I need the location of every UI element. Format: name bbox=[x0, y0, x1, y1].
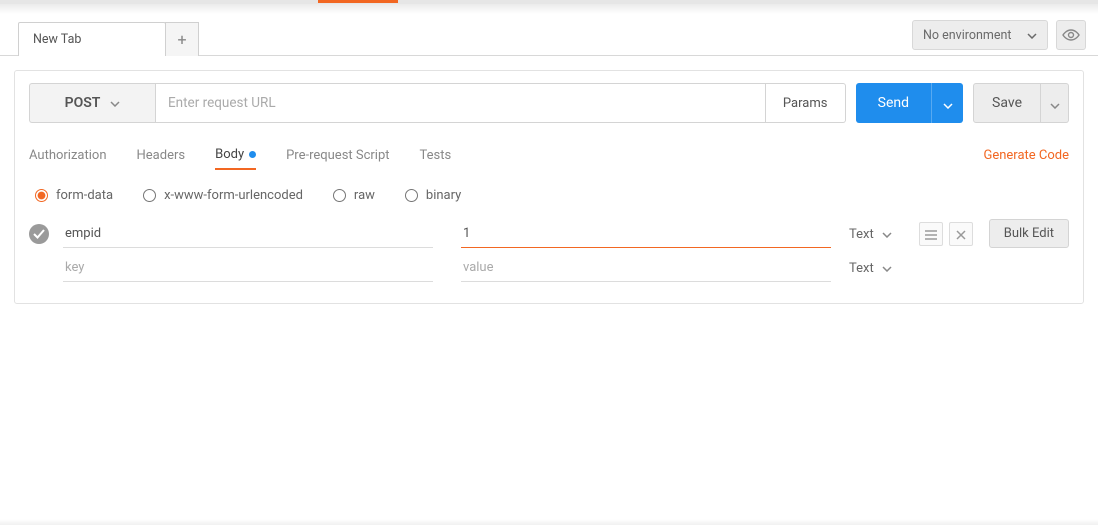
chevron-down-icon bbox=[943, 94, 953, 113]
radio-formdata[interactable] bbox=[35, 189, 48, 202]
row-delete-button[interactable] bbox=[949, 222, 973, 246]
tab-prerequest[interactable]: Pre-request Script bbox=[286, 142, 389, 169]
environment-preview-button[interactable] bbox=[1056, 20, 1086, 50]
radio-urlencoded[interactable] bbox=[143, 189, 156, 202]
eye-icon bbox=[1062, 26, 1080, 45]
tab-authorization[interactable]: Authorization bbox=[29, 142, 107, 169]
chevron-down-icon bbox=[882, 227, 892, 242]
generate-code-link[interactable]: Generate Code bbox=[983, 148, 1069, 163]
body-type-label: x-www-form-urlencoded bbox=[164, 188, 303, 203]
formdata-type-dropdown[interactable]: Text bbox=[849, 227, 901, 242]
add-tab-button[interactable]: + bbox=[165, 22, 199, 56]
body-type-label: raw bbox=[354, 188, 375, 203]
unsaved-dot-icon bbox=[249, 151, 256, 158]
formdata-value-input[interactable] bbox=[461, 254, 831, 282]
save-button[interactable]: Save bbox=[973, 83, 1041, 123]
chevron-down-icon bbox=[1050, 94, 1060, 113]
chevron-down-icon bbox=[1027, 28, 1037, 43]
formdata-row-new: Text bbox=[29, 251, 1069, 285]
formdata-key-input[interactable] bbox=[63, 220, 433, 248]
body-type-formdata[interactable]: form-data bbox=[35, 188, 113, 203]
body-type-binary[interactable]: binary bbox=[405, 188, 461, 203]
send-dropdown[interactable] bbox=[931, 83, 963, 123]
request-panel: POST Params Send Save Authorization Head… bbox=[14, 70, 1084, 304]
row-reorder-button[interactable] bbox=[919, 222, 943, 246]
tab-headers[interactable]: Headers bbox=[137, 142, 186, 169]
chevron-down-icon bbox=[882, 261, 892, 276]
body-type-raw[interactable]: raw bbox=[333, 188, 375, 203]
tab-body[interactable]: Body bbox=[215, 141, 256, 170]
hamburger-icon bbox=[925, 225, 937, 244]
type-label: Text bbox=[849, 227, 874, 242]
environment-label: No environment bbox=[923, 28, 1012, 43]
body-type-label: form-data bbox=[56, 188, 113, 203]
tab-body-label: Body bbox=[215, 147, 244, 162]
formdata-row: Text bbox=[29, 217, 1069, 251]
params-button[interactable]: Params bbox=[766, 83, 846, 123]
save-dropdown[interactable] bbox=[1041, 83, 1069, 123]
body-type-urlencoded[interactable]: x-www-form-urlencoded bbox=[143, 188, 303, 203]
close-icon bbox=[956, 225, 966, 244]
chevron-down-icon bbox=[110, 95, 120, 111]
radio-raw[interactable] bbox=[333, 189, 346, 202]
formdata-type-dropdown[interactable]: Text bbox=[849, 261, 901, 276]
environment-dropdown[interactable]: No environment bbox=[912, 20, 1048, 50]
body-type-label: binary bbox=[426, 188, 461, 203]
url-input[interactable] bbox=[155, 83, 766, 123]
request-tab[interactable]: New Tab bbox=[18, 22, 166, 56]
row-enabled-toggle[interactable] bbox=[29, 224, 49, 244]
bulk-edit-button[interactable]: Bulk Edit bbox=[989, 219, 1069, 248]
formdata-value-input[interactable] bbox=[461, 220, 831, 248]
method-dropdown[interactable]: POST bbox=[29, 83, 155, 123]
tab-tests[interactable]: Tests bbox=[420, 142, 452, 169]
radio-binary[interactable] bbox=[405, 189, 418, 202]
formdata-key-input[interactable] bbox=[63, 254, 433, 282]
type-label: Text bbox=[849, 261, 874, 276]
send-button[interactable]: Send bbox=[856, 83, 931, 123]
method-label: POST bbox=[65, 95, 101, 111]
